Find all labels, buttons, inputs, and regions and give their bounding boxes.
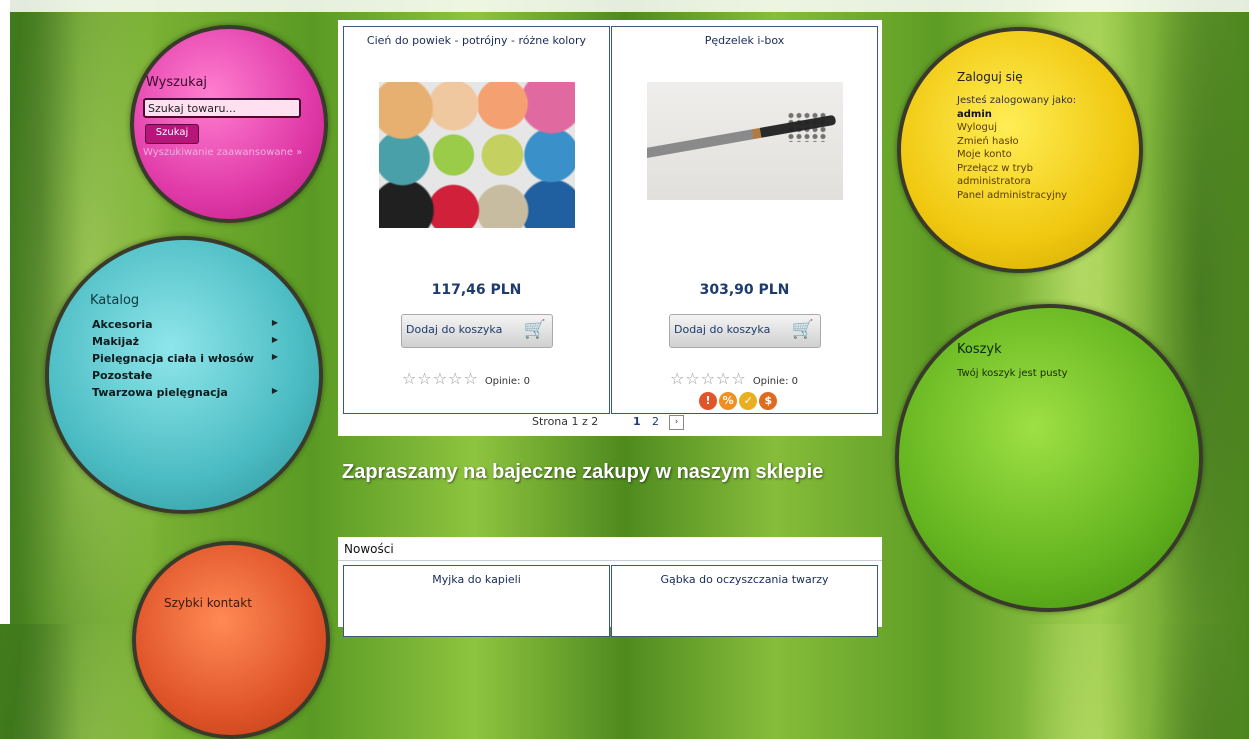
rating-stars-icon[interactable]: ☆☆☆☆☆ — [670, 369, 747, 388]
cart-title: Koszyk — [957, 342, 1002, 357]
product-card: Cień do powiek - potrójny - różne kolory… — [343, 26, 610, 414]
product-name-link[interactable]: Pędzelek i-box — [612, 34, 877, 47]
news-product-card: Gąbka do oczyszczania twarzy — [611, 565, 878, 637]
contact-bubble — [132, 541, 330, 739]
news-product-card: Myjka do kapieli — [343, 565, 610, 637]
product-image[interactable] — [647, 82, 843, 200]
dust-shape — [787, 112, 827, 142]
top-strip — [10, 0, 1249, 12]
change-password-link[interactable]: Zmień hasło — [957, 135, 1087, 149]
my-account-link[interactable]: Moje konto — [957, 148, 1087, 162]
add-to-cart-button[interactable]: Dodaj do koszyka 🛒 — [669, 314, 821, 348]
catalog-item-twarzowa[interactable]: Twarzowa pielęgnacja ▶ — [92, 386, 278, 403]
next-page-icon[interactable]: › — [669, 415, 684, 430]
catalog-item-label: Pozostałe — [92, 369, 153, 382]
add-to-cart-label: Dodaj do koszyka — [674, 323, 771, 336]
search-input[interactable] — [143, 98, 301, 118]
product-image[interactable] — [379, 82, 575, 228]
catalog-title: Katalog — [90, 293, 140, 308]
catalog-item-label: Makijaż — [92, 335, 140, 348]
search-title: Wyszukaj — [146, 75, 208, 90]
cart-icon: 🛒 — [523, 319, 546, 340]
search-button[interactable]: Szukaj — [145, 124, 199, 144]
news-product-name[interactable]: Gąbka do oczyszczania twarzy — [612, 573, 877, 586]
rating: ☆☆☆☆☆ Opinie: 0 — [402, 369, 530, 388]
reviews-count: Opinie: 0 — [484, 376, 530, 387]
catalog-item-makijaz[interactable]: Makijaż ▶ — [92, 335, 278, 352]
admin-mode-link[interactable]: Przełącz w tryb administratora — [957, 162, 1087, 189]
page-2-link[interactable]: 2 — [652, 415, 659, 428]
logged-as-text: Jesteś zalogowany jako: — [957, 95, 1077, 106]
discount-badge-icon: % — [719, 392, 738, 410]
page-1-link[interactable]: 1 — [633, 415, 641, 428]
welcome-heading: Zapraszamy na bajeczne zakupy w naszym s… — [342, 461, 824, 483]
add-to-cart-button[interactable]: Dodaj do koszyka 🛒 — [401, 314, 553, 348]
price-badge-icon: $ — [759, 392, 778, 410]
login-title: Zaloguj się — [957, 70, 1023, 84]
submenu-arrow-icon: ▶ — [271, 386, 278, 395]
submenu-arrow-icon: ▶ — [271, 352, 278, 361]
add-to-cart-label: Dodaj do koszyka — [406, 323, 503, 336]
left-edge — [0, 0, 10, 624]
cart-icon: 🛒 — [791, 319, 814, 340]
product-name-link[interactable]: Cień do powiek - potrójny - różne kolory — [344, 34, 609, 47]
news-title: Nowości — [344, 542, 394, 556]
cart-empty-text: Twój koszyk jest pusty — [957, 368, 1068, 379]
admin-panel-link[interactable]: Panel administracyjny — [957, 189, 1087, 203]
news-divider — [338, 560, 882, 561]
product-badges: ! % ✓ $ — [699, 389, 778, 410]
catalog-item-akcesoria[interactable]: Akcesoria ▶ — [92, 318, 278, 335]
alert-badge-icon: ! — [699, 392, 717, 410]
rating-stars-icon[interactable]: ☆☆☆☆☆ — [402, 369, 479, 388]
pagination-label: Strona 1 z 2 — [532, 415, 599, 428]
product-card: Pędzelek i-box 303,90 PLN Dodaj do koszy… — [611, 26, 878, 414]
rating: ☆☆☆☆☆ Opinie: 0 — [670, 369, 798, 388]
catalog-item-label: Akcesoria — [92, 318, 153, 331]
news-product-name[interactable]: Myjka do kapieli — [344, 573, 609, 586]
username: admin — [957, 108, 992, 120]
product-price: 303,90 PLN — [699, 282, 790, 298]
advanced-search-link[interactable]: Wyszukiwanie zaawansowane » — [143, 147, 302, 158]
login-panel: Jesteś zalogowany jako: admin Wyloguj Zm… — [957, 94, 1087, 202]
check-badge-icon: ✓ — [739, 392, 758, 410]
catalog-list: Akcesoria ▶ Makijaż ▶ Pielęgnacja ciała … — [92, 318, 278, 403]
cart-bubble — [895, 304, 1203, 612]
submenu-arrow-icon: ▶ — [271, 318, 278, 327]
reviews-count: Opinie: 0 — [752, 376, 798, 387]
submenu-arrow-icon: ▶ — [271, 335, 278, 344]
catalog-item-pozostale[interactable]: Pozostałe — [92, 369, 278, 386]
catalog-item-label: Twarzowa pielęgnacja — [92, 386, 228, 399]
logout-link[interactable]: Wyloguj — [957, 121, 1087, 135]
catalog-item-label: Pielęgnacja ciała i włosów — [92, 352, 254, 365]
contact-title: Szybki kontakt — [164, 596, 252, 610]
product-price: 117,46 PLN — [431, 282, 522, 298]
catalog-item-pielegnacja[interactable]: Pielęgnacja ciała i włosów ▶ — [92, 352, 278, 369]
